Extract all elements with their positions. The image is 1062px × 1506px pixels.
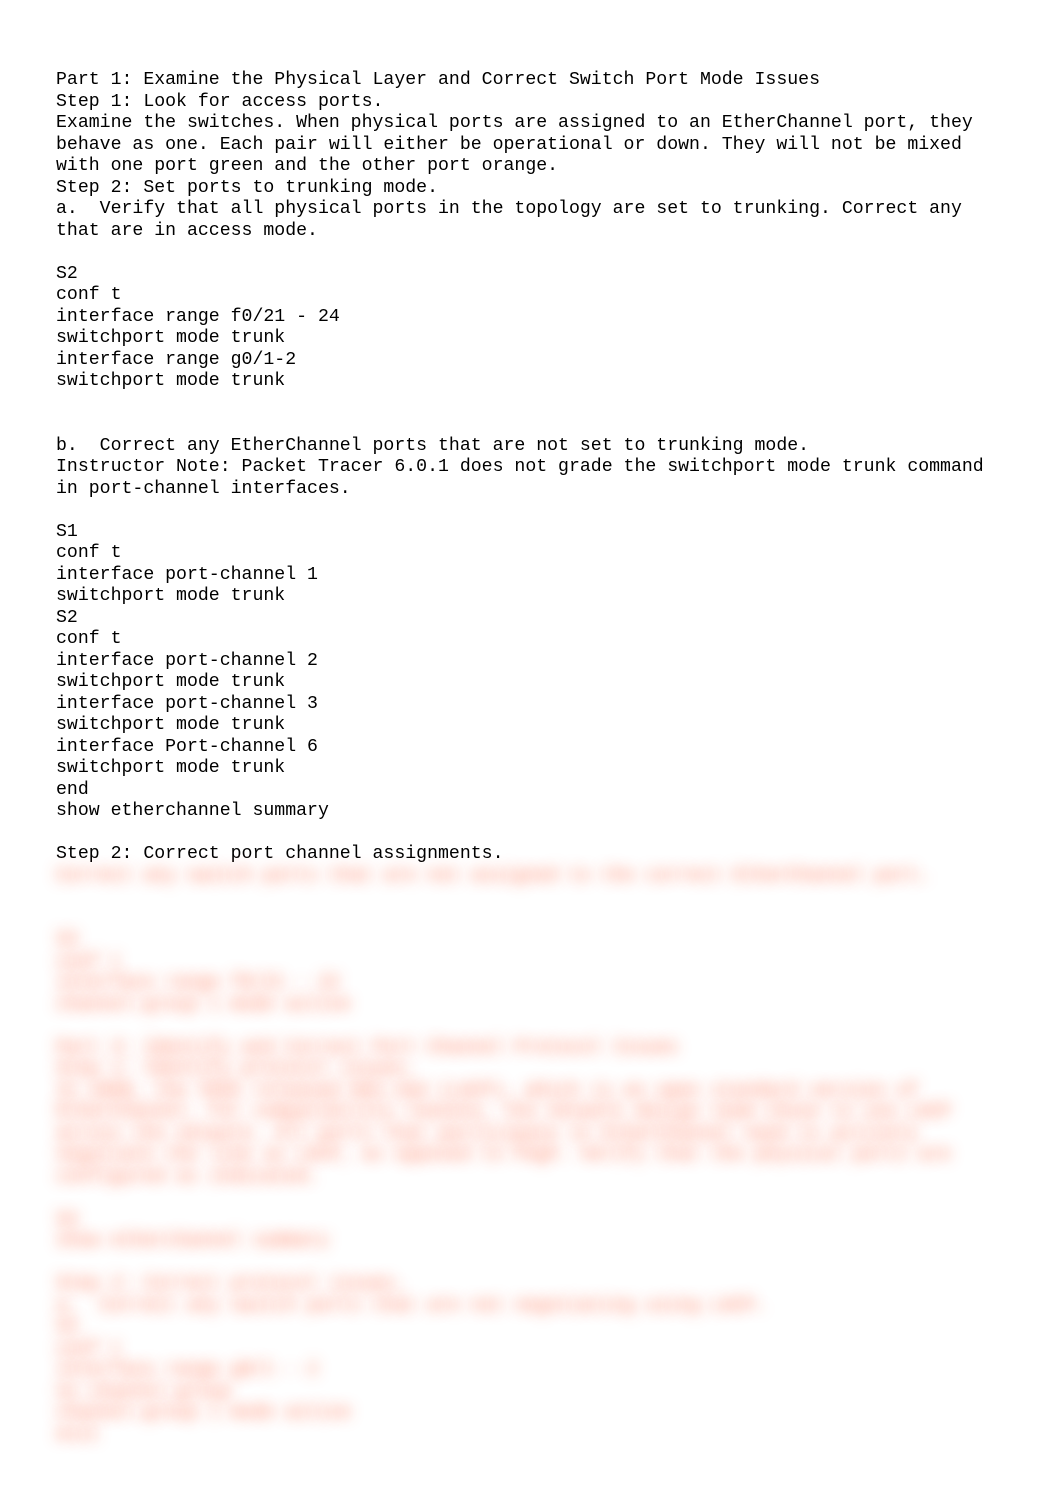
document-hidden-text: Correct any switch ports that are not as… bbox=[56, 866, 962, 1445]
document-page: Part 1: Examine the Physical Layer and C… bbox=[0, 0, 1062, 1506]
document-visible-text: Part 1: Examine the Physical Layer and C… bbox=[56, 70, 995, 864]
